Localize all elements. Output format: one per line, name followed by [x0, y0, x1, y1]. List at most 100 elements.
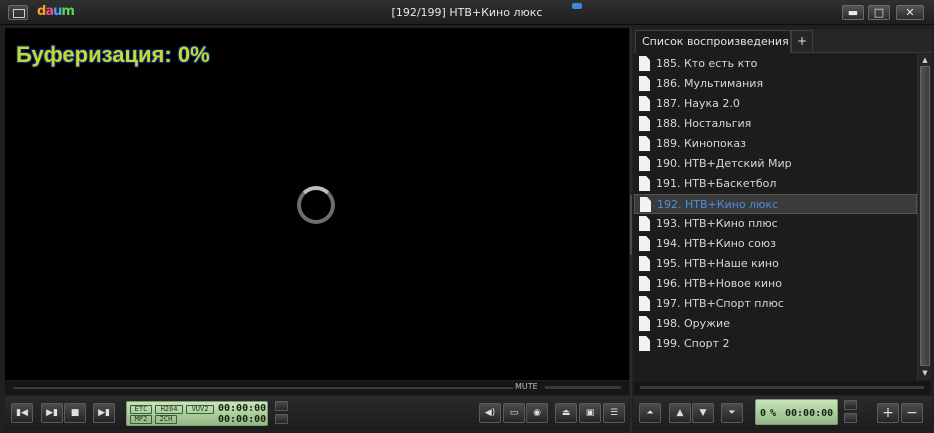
title-bar[interactable]: daum [192/199] НТВ+Кино люкс ▬ □ ✕ — [0, 0, 934, 25]
add-item-button[interactable]: + — [877, 403, 899, 423]
playlist-item[interactable]: 195. НТВ+Наше кино — [634, 254, 917, 274]
file-icon — [639, 276, 650, 291]
control-panel-icon[interactable]: ▣ — [579, 403, 601, 423]
next-button[interactable]: ▶▮ — [93, 403, 115, 423]
player-window: daum [192/199] НТВ+Кино люкс ▬ □ ✕ Буфер… — [0, 0, 934, 433]
file-icon — [639, 316, 650, 331]
codec-tag: 2CH — [155, 415, 177, 424]
file-icon — [639, 156, 650, 171]
buffering-status: Буферизация: 0% — [16, 42, 210, 67]
playlist-item[interactable]: 199. Спорт 2 — [634, 334, 917, 354]
audio-icon[interactable]: ◀) — [479, 403, 501, 423]
playlist-item-label: 188. Ностальгия — [656, 117, 752, 130]
subtitles-icon[interactable]: ▭ — [503, 403, 525, 423]
playlist-time: 00:00:00 — [785, 408, 834, 419]
volume-knob[interactable] — [572, 3, 582, 9]
file-icon — [639, 116, 650, 131]
playlist-item[interactable]: 185. Кто есть кто — [634, 54, 917, 74]
move-top-button[interactable]: ⏶ — [639, 403, 661, 423]
playlist-item[interactable]: 190. НТВ+Детский Мир — [634, 154, 917, 174]
main-menu-button[interactable] — [8, 5, 28, 20]
playlist-item[interactable]: 194. НТВ+Кино союз — [634, 234, 917, 254]
move-bottom-button[interactable]: ⏷ — [721, 403, 743, 423]
playlist-item-label: 193. НТВ+Кино плюс — [656, 217, 778, 230]
file-icon — [639, 136, 650, 151]
app-logo: daum — [37, 4, 75, 19]
playlist-item-label: 191. НТВ+Баскетбол — [656, 177, 777, 190]
playlist-seek-bar[interactable] — [640, 386, 924, 389]
codec-tag: ETC — [130, 405, 152, 414]
move-down-button[interactable]: ▼ — [692, 403, 714, 423]
playlist-item[interactable]: 187. Наука 2.0 — [634, 94, 917, 114]
playlist-status-display[interactable]: 0 % 00:00:00 — [755, 399, 838, 425]
playlist-item[interactable]: 198. Оружие — [634, 314, 917, 334]
eject-icon[interactable]: ⏏ — [555, 403, 577, 423]
playlist-scrollbar[interactable]: ▲ ▼ — [917, 54, 931, 380]
playlist-item[interactable]: 186. Мультимания — [634, 74, 917, 94]
add-tab-button[interactable]: + — [791, 30, 813, 53]
remove-item-button[interactable]: − — [901, 403, 923, 423]
playlist-item-label: 187. Наука 2.0 — [656, 97, 740, 110]
lcd-plus-button[interactable] — [275, 401, 288, 411]
playlist-item[interactable]: 192. НТВ+Кино люкс — [634, 194, 917, 214]
move-up-button[interactable]: ▲ — [669, 403, 691, 423]
playlist-item[interactable]: 197. НТВ+Спорт плюс — [634, 294, 917, 314]
playlist-item[interactable]: 196. НТВ+Новое кино — [634, 274, 917, 294]
tab-playlist[interactable]: Список воспроизведения — [635, 30, 791, 53]
seek-row: MUTE — [5, 381, 629, 395]
record-icon[interactable]: ◉ — [526, 403, 548, 423]
file-icon — [639, 216, 650, 231]
minimize-button[interactable]: ▬ — [842, 5, 864, 20]
lcd-mode-button[interactable] — [275, 414, 288, 424]
previous-button[interactable]: ▮◀ — [11, 403, 33, 423]
control-bar: ▮◀ ▶▮ ■ ▶▮ ETC H264 VUV2 MP2 2CH 00:00:0… — [5, 396, 629, 430]
file-icon — [639, 336, 650, 351]
playlist-item-label: 196. НТВ+Новое кино — [656, 277, 782, 290]
lcd2-bottom-button[interactable] — [844, 413, 857, 423]
playlist-item[interactable]: 189. Кинопоказ — [634, 134, 917, 154]
playlist-item-label: 198. Оружие — [656, 317, 730, 330]
playlist-item-label: 195. НТВ+Наше кино — [656, 257, 779, 270]
playlist-item[interactable]: 188. Ностальгия — [634, 114, 917, 134]
file-icon — [639, 256, 650, 271]
maximize-button[interactable]: □ — [868, 5, 890, 20]
file-icon — [639, 56, 650, 71]
file-icon — [639, 96, 650, 111]
mute-label[interactable]: MUTE — [515, 382, 538, 391]
codec-tag: H264 — [155, 405, 183, 414]
play-pause-button[interactable]: ▶▮ — [41, 403, 63, 423]
lcd2-top-button[interactable] — [844, 400, 857, 410]
playlist-seek-row — [634, 381, 931, 395]
file-icon — [640, 197, 651, 212]
playlist-item[interactable]: 193. НТВ+Кино плюс — [634, 214, 917, 234]
seek-bar[interactable] — [13, 386, 513, 389]
playlist-item-label: 197. НТВ+Спорт плюс — [656, 297, 784, 310]
playlist-item-label: 194. НТВ+Кино союз — [656, 237, 777, 250]
scroll-thumb[interactable] — [920, 66, 930, 366]
volume-bar[interactable] — [545, 386, 621, 389]
file-icon — [639, 176, 650, 191]
playlist: 185. Кто есть кто 186. Мультимания 187. На… — [634, 54, 917, 380]
file-icon — [639, 76, 650, 91]
loading-spinner-icon — [297, 186, 335, 224]
stop-button[interactable]: ■ — [64, 403, 86, 423]
close-button[interactable]: ✕ — [896, 5, 924, 20]
splitter-grip[interactable] — [630, 195, 632, 255]
playlist-toggle-icon[interactable]: ☰ — [603, 403, 625, 423]
status-display[interactable]: ETC H264 VUV2 MP2 2CH 00:00:00 00:00:00 — [126, 401, 268, 426]
progress-percent: 0 — [760, 408, 767, 419]
playlist-item-label: 192. НТВ+Кино люкс — [657, 198, 779, 211]
elapsed-time: 00:00:00 — [218, 403, 267, 414]
playlist-item-label: 199. Спорт 2 — [656, 337, 730, 350]
scroll-up-icon[interactable]: ▲ — [919, 55, 931, 65]
playlist-item-label: 185. Кто есть кто — [656, 57, 758, 70]
scroll-down-icon[interactable]: ▼ — [919, 368, 931, 378]
video-area[interactable]: Буферизация: 0% — [5, 28, 629, 380]
playlist-item[interactable]: 191. НТВ+Баскетбол — [634, 174, 917, 194]
total-time: 00:00:00 — [218, 414, 267, 425]
file-icon — [639, 296, 650, 311]
codec-tag: VUV2 — [186, 405, 214, 414]
playlist-controls: ⏶ ▲ ▼ ⏷ 0 % 00:00:00 + − — [633, 396, 932, 430]
playlist-item-label: 189. Кинопоказ — [656, 137, 747, 150]
playlist-item-label: 190. НТВ+Детский Мир — [656, 157, 792, 170]
